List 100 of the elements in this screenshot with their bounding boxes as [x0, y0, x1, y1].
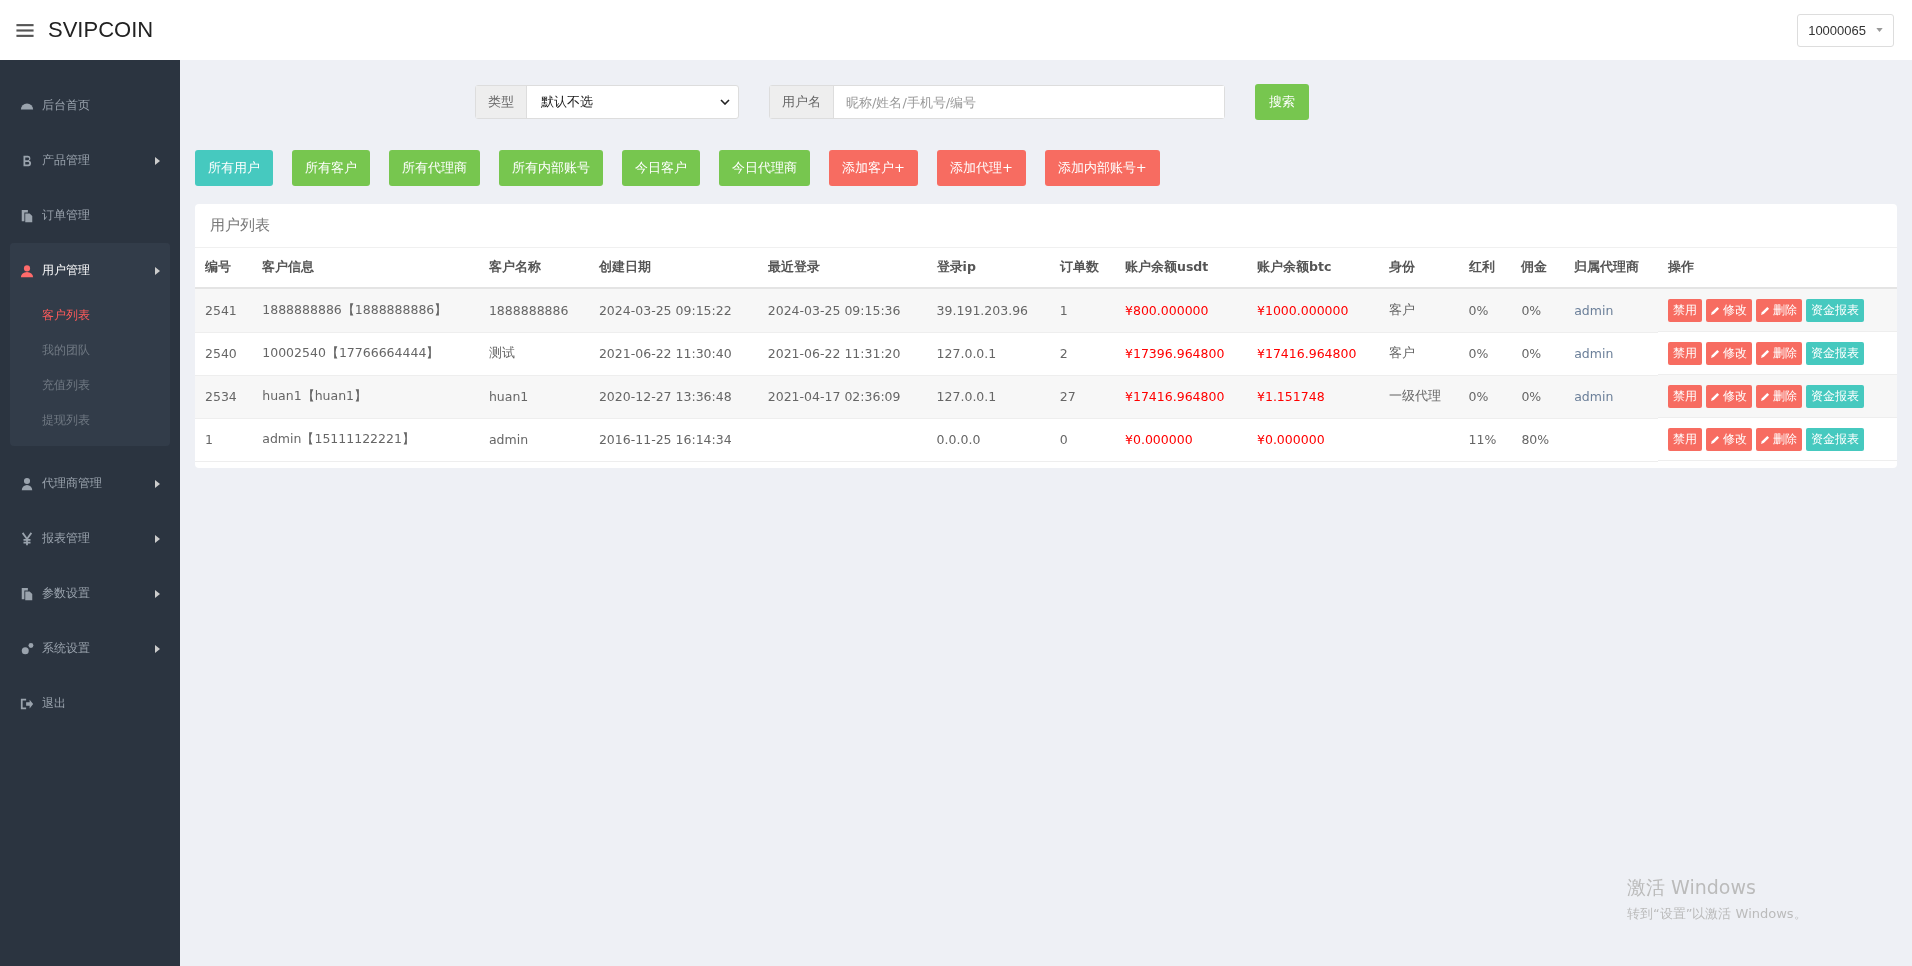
delete-button[interactable]: 删除: [1756, 341, 1803, 365]
table-cell: 2541: [205, 302, 237, 318]
documents-icon: [20, 586, 34, 601]
table-cell: ¥17416.964800: [1125, 389, 1225, 404]
submenu-item[interactable]: 我的团队: [10, 333, 170, 368]
table-cell: admin: [1574, 346, 1614, 361]
menu-icon[interactable]: [16, 22, 34, 38]
table-cell: admin【15111122221】: [262, 431, 415, 446]
add-button[interactable]: 添加客户+: [829, 150, 918, 186]
table-cell: 2: [1059, 346, 1068, 361]
delete-button[interactable]: 删除: [1756, 298, 1803, 322]
sidebar-item[interactable]: 代理商管理: [10, 456, 170, 511]
table-cell: 27: [1059, 389, 1076, 404]
table-cell: ¥1000.000000: [1257, 302, 1349, 318]
table-cell: huan1: [488, 389, 529, 404]
agent-icon: [20, 476, 34, 491]
submenu-item[interactable]: 客户列表: [10, 298, 170, 333]
report-button[interactable]: 资金报表: [1806, 427, 1865, 451]
table-cell: 2024-03-25 09:15:22: [598, 302, 732, 318]
submenu-item[interactable]: 提现列表: [10, 403, 170, 438]
table-cell: 2021-06-22 11:30:40: [598, 346, 732, 361]
table-cell: 1: [205, 432, 213, 447]
caret-icon: [1876, 28, 1883, 32]
documents-icon: [20, 208, 34, 223]
sidebar-item[interactable]: 订单管理: [10, 188, 170, 243]
ban-button[interactable]: 禁用: [1668, 427, 1703, 451]
table-cell: 2540: [205, 346, 237, 361]
table-cell: 0.0.0.0: [936, 432, 981, 447]
table-cell: 127.0.0.1: [936, 346, 997, 361]
table-cell: ¥800.000000: [1125, 302, 1209, 318]
report-button[interactable]: 资金报表: [1806, 298, 1865, 322]
sidebar-item[interactable]: 系统设置: [10, 621, 170, 676]
activation-title: 激活 Windows: [1627, 875, 1757, 900]
table-cell: 0%: [1468, 302, 1489, 318]
ban-button[interactable]: 禁用: [1668, 384, 1703, 408]
table-cell: ¥17416.964800: [1257, 346, 1357, 361]
card-title: 用户列表: [195, 204, 1897, 248]
caret-icon: [155, 534, 160, 543]
ban-button[interactable]: 禁用: [1668, 341, 1703, 365]
type-select[interactable]: 类型 默认不选: [475, 85, 739, 119]
table-cell: 1888888886: [488, 302, 569, 318]
report-button[interactable]: 资金报表: [1806, 384, 1865, 408]
sidebar-item[interactable]: 报表管理: [10, 511, 170, 566]
pencil-icon: [1761, 348, 1771, 358]
pencil-icon: [1761, 305, 1771, 315]
table-cell: 0%: [1521, 389, 1542, 404]
table-cell: 一级代理: [1388, 388, 1441, 403]
pencil-icon: [1761, 391, 1771, 401]
delete-button[interactable]: 删除: [1756, 384, 1803, 408]
account-dropdown[interactable]: 10000065: [1797, 13, 1894, 47]
table-cell: 2024-03-25 09:15:36: [767, 302, 901, 318]
pencil-icon: [1761, 434, 1771, 444]
edit-button[interactable]: 修改: [1706, 384, 1753, 408]
table-cell: 客户: [1388, 301, 1415, 317]
caret-icon: [155, 156, 160, 165]
table-cell: 127.0.0.1: [936, 389, 997, 404]
table-cell: 39.191.203.96: [936, 302, 1029, 318]
table-cell: admin: [1574, 389, 1614, 404]
table-cell: 0: [1059, 432, 1068, 447]
filter-button[interactable]: 所有客户: [292, 150, 370, 186]
table-cell: 0%: [1468, 346, 1489, 361]
table-cell: 0%: [1468, 389, 1489, 404]
sidebar-item[interactable]: 产品管理: [10, 133, 170, 188]
filter-button[interactable]: 所有内部账号: [499, 150, 603, 186]
table-cell: 测试: [488, 345, 515, 360]
filter-button[interactable]: 所有代理商: [389, 150, 480, 186]
filter-button[interactable]: 今日客户: [622, 150, 700, 186]
table-cell: 2021-04-17 02:36:09: [767, 389, 901, 404]
add-button[interactable]: 添加代理+: [936, 150, 1026, 186]
chevron-icon: [720, 99, 730, 105]
filter-button[interactable]: 所有用户: [195, 150, 273, 186]
table-cell: 80%: [1521, 432, 1550, 447]
table-cell: admin: [1574, 302, 1614, 318]
table-cell: 10002540【17766664444】: [262, 345, 440, 360]
delete-button[interactable]: 删除: [1756, 427, 1803, 451]
table-cell: 客户: [1388, 345, 1415, 360]
add-button[interactable]: 添加内部账号+: [1044, 150, 1160, 186]
table-cell: 0%: [1521, 302, 1542, 318]
edit-button[interactable]: 修改: [1706, 298, 1753, 322]
filter-button[interactable]: 今日代理商: [719, 150, 810, 186]
table-cell: ¥0.000000: [1125, 432, 1193, 447]
logout-icon: [20, 696, 34, 711]
report-button[interactable]: 资金报表: [1806, 341, 1865, 365]
table-cell: 2016-11-25 16:14:34: [598, 432, 732, 447]
ban-button[interactable]: 禁用: [1668, 298, 1703, 322]
edit-button[interactable]: 修改: [1706, 341, 1753, 365]
pencil-icon: [1711, 391, 1721, 401]
table-cell: ¥1.151748: [1257, 389, 1325, 404]
sidebar-item[interactable]: 参数设置: [10, 566, 170, 621]
caret-icon: [155, 644, 160, 653]
table-cell: 0%: [1521, 346, 1542, 361]
table-cell: admin: [488, 432, 529, 447]
sidebar-item[interactable]: 退出: [10, 676, 170, 731]
yen-icon: [20, 531, 34, 546]
pencil-icon: [1711, 348, 1721, 358]
sidebar-item[interactable]: 后台首页: [10, 78, 170, 133]
search-button[interactable]: 搜索: [1255, 84, 1309, 120]
username-field[interactable]: 用户名 昵称/姓名/手机号/编号: [769, 85, 1225, 119]
table-cell: 2020-12-27 13:36:48: [598, 389, 732, 404]
edit-button[interactable]: 修改: [1706, 427, 1753, 451]
